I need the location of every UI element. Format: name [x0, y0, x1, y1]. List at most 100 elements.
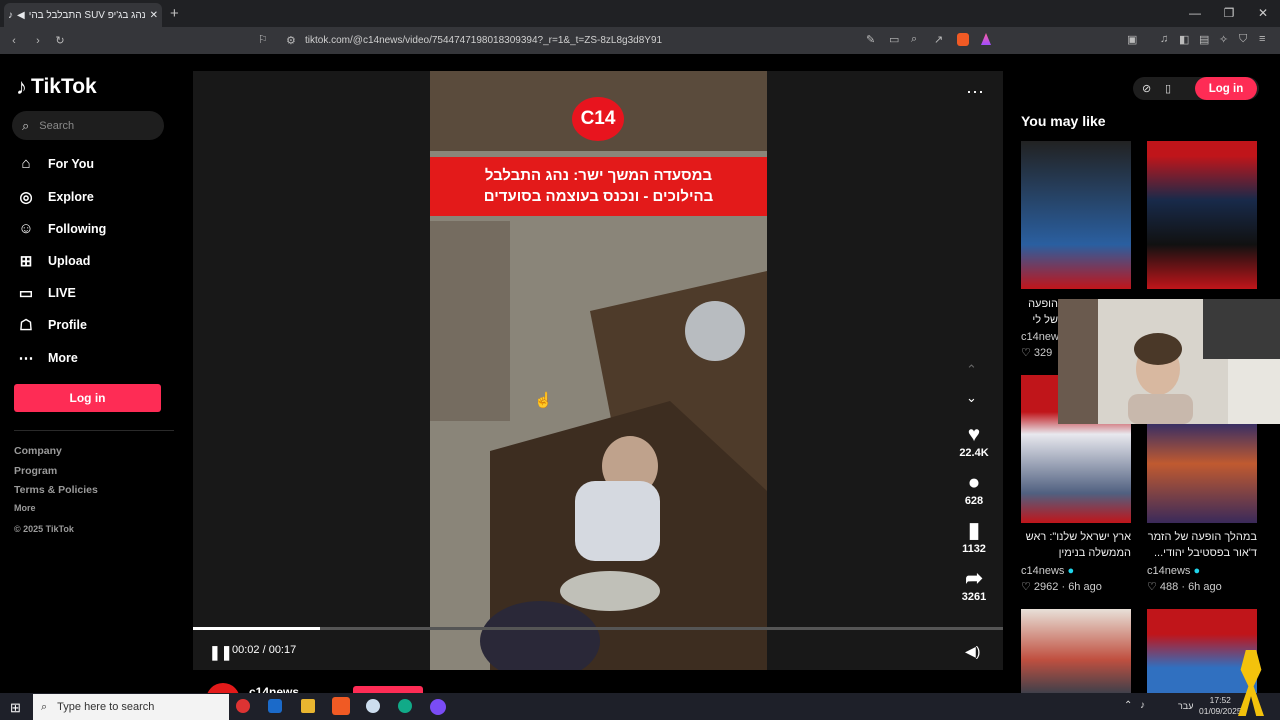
- taskbar-search-placeholder: Type here to search: [57, 701, 155, 713]
- home-icon: ⌂: [21, 155, 31, 172]
- close-tab-icon[interactable]: ✕: [150, 10, 158, 21]
- headline-line-2: בהילוכים - ונכנס בעוצמה בסועדים: [483, 188, 714, 205]
- restore-icon[interactable]: ❐: [1212, 0, 1246, 27]
- new-tab-icon[interactable]: +: [170, 5, 179, 22]
- prev-video-icon[interactable]: ⌃: [966, 362, 977, 378]
- search-placeholder: Search: [39, 119, 75, 132]
- heart-outline-icon: ♡: [1021, 581, 1034, 593]
- nav-label: Explore: [48, 190, 94, 204]
- brave-browser-icon[interactable]: [332, 697, 350, 715]
- nav-for-you[interactable]: ⌂ For You: [18, 155, 94, 172]
- menu-icon[interactable]: ≡: [1259, 33, 1265, 45]
- app-icon-3[interactable]: [398, 699, 412, 713]
- close-window-icon[interactable]: ✕: [1246, 0, 1280, 27]
- share-icon[interactable]: ↗: [934, 33, 943, 46]
- footer-more[interactable]: More: [14, 503, 36, 513]
- footer-program[interactable]: Program: [14, 465, 57, 477]
- video-account[interactable]: c14news ●: [1147, 565, 1200, 577]
- video-account[interactable]: c14news: [1021, 331, 1058, 343]
- nav-explore[interactable]: ◎ Explore: [18, 188, 94, 206]
- window-controls: — ❐ ✕: [1178, 0, 1280, 27]
- ai-icon[interactable]: ✧: [1219, 33, 1228, 46]
- save-count: 1132: [962, 543, 986, 555]
- translate-icon[interactable]: ✎: [866, 33, 875, 46]
- app-icon-1[interactable]: [236, 699, 250, 713]
- reload-icon[interactable]: ↻: [48, 34, 72, 47]
- brave-shield-icon[interactable]: [957, 33, 969, 46]
- share-button[interactable]: ➦ 3261: [956, 567, 992, 603]
- comment-button[interactable]: ● 628: [956, 471, 992, 507]
- site-info-icon[interactable]: ⚙: [286, 34, 296, 47]
- language-indicator[interactable]: עבר: [1178, 701, 1193, 711]
- file-explorer-icon[interactable]: [301, 699, 315, 713]
- nav-profile[interactable]: ☖ Profile: [18, 316, 87, 334]
- windows-start-icon[interactable]: ⊞: [10, 700, 21, 716]
- nav-live[interactable]: ▭ LIVE: [18, 284, 76, 302]
- search-icon: ⌕: [22, 117, 30, 133]
- video-headline: במסעדה המשך ישר: נהג התבלבל בהילוכים - ו…: [430, 157, 767, 216]
- nav-following[interactable]: ☺ Following: [18, 220, 106, 237]
- footer-company[interactable]: Company: [14, 445, 62, 457]
- next-video-icon[interactable]: ⌄: [966, 390, 977, 406]
- device-icon[interactable]: ▯: [1165, 82, 1171, 95]
- account-name[interactable]: c14news: [249, 685, 299, 693]
- login-button[interactable]: Log in: [14, 384, 161, 412]
- video-thumbnail[interactable]: [1021, 609, 1131, 693]
- video-account[interactable]: c14news ●: [1021, 565, 1074, 577]
- save-button[interactable]: ▮ 1132: [956, 519, 992, 555]
- taskbar-search[interactable]: ⌕ Type here to search: [33, 694, 229, 720]
- time-value: 6h ago: [1068, 581, 1102, 593]
- tray-chevron-icon[interactable]: ⌃: [1124, 700, 1132, 711]
- search-input[interactable]: ⌕ Search: [12, 111, 164, 140]
- nav-label: For You: [48, 156, 95, 171]
- nav-upload[interactable]: ⊞ Upload: [18, 252, 91, 270]
- coins-icon[interactable]: ⊘: [1142, 82, 1151, 95]
- like-button[interactable]: ♥ 22.4K: [956, 423, 992, 459]
- more-options-icon[interactable]: ⋯: [966, 82, 984, 103]
- tiktok-logo[interactable]: ♪ TikTok: [16, 74, 97, 100]
- taskbar-clock[interactable]: 17:52 01/09/2025: [1199, 695, 1242, 717]
- logo-text: TikTok: [31, 75, 97, 98]
- login-button-top[interactable]: Log in: [1195, 77, 1257, 100]
- minimize-icon[interactable]: —: [1178, 0, 1212, 27]
- nav-label: Profile: [48, 318, 87, 332]
- comment-icon: ●: [967, 471, 981, 494]
- hand-cursor-icon: ☝: [534, 392, 553, 409]
- video-likes: ♡ 2962 · 6h ago: [1021, 581, 1102, 593]
- live-tv-icon: ▭: [18, 285, 34, 302]
- microphone-icon[interactable]: ♪: [1140, 700, 1145, 711]
- compass-icon: ◎: [19, 189, 33, 206]
- pause-icon[interactable]: ❚❚: [209, 644, 232, 661]
- video-thumbnail[interactable]: [1021, 141, 1131, 289]
- video-caption[interactable]: הופעה של לי העלה: [1021, 296, 1058, 328]
- wallet-icon[interactable]: ▤: [1199, 33, 1209, 46]
- you-may-like-title: You may like: [1021, 113, 1106, 129]
- bookmark-icon[interactable]: ⚐: [258, 33, 268, 46]
- video-caption[interactable]: ארץ ישראל שלנו": ראש הממשלה בנימין נתניה…: [1021, 529, 1131, 561]
- follow-button[interactable]: [353, 686, 423, 693]
- cast-icon[interactable]: ▭: [889, 33, 899, 46]
- app-icon-2[interactable]: [366, 699, 380, 713]
- heart-outline-icon: ♡: [1021, 347, 1034, 359]
- back-icon[interactable]: ‹: [0, 35, 28, 47]
- zoom-icon[interactable]: ⌕: [911, 33, 917, 46]
- audio-icon[interactable]: ◀: [17, 10, 25, 21]
- video-caption[interactable]: במהלך הופעה של הזמר ד'אור בפסטיבל יהודי.…: [1147, 529, 1257, 561]
- sidebar-icon[interactable]: ▣: [1127, 33, 1137, 46]
- tiktok-note-icon: ♪: [16, 74, 27, 99]
- vpn-icon[interactable]: ⛉: [1239, 33, 1247, 46]
- forward-icon[interactable]: ›: [28, 35, 48, 47]
- music-icon[interactable]: ♫: [1160, 33, 1168, 45]
- webcam-overlay: [1058, 299, 1280, 424]
- video-thumbnail[interactable]: [1147, 141, 1257, 289]
- panel-icon[interactable]: ◧: [1179, 33, 1189, 46]
- video-thumbnail[interactable]: [1147, 609, 1257, 693]
- video-likes: ♡ 488 · 6h ago: [1147, 581, 1222, 593]
- browser-tab[interactable]: ♪ ◀ נהג בג'יפ SUV התבלבל בהיל ✕: [4, 3, 162, 27]
- app-icon-4[interactable]: [430, 699, 446, 715]
- footer-terms[interactable]: Terms & Policies: [14, 484, 98, 496]
- volume-icon[interactable]: ◀): [965, 643, 980, 660]
- share-arrow-icon: ➦: [965, 567, 983, 590]
- steam-icon[interactable]: [268, 699, 282, 713]
- nav-more[interactable]: ⋯ More: [18, 349, 78, 367]
